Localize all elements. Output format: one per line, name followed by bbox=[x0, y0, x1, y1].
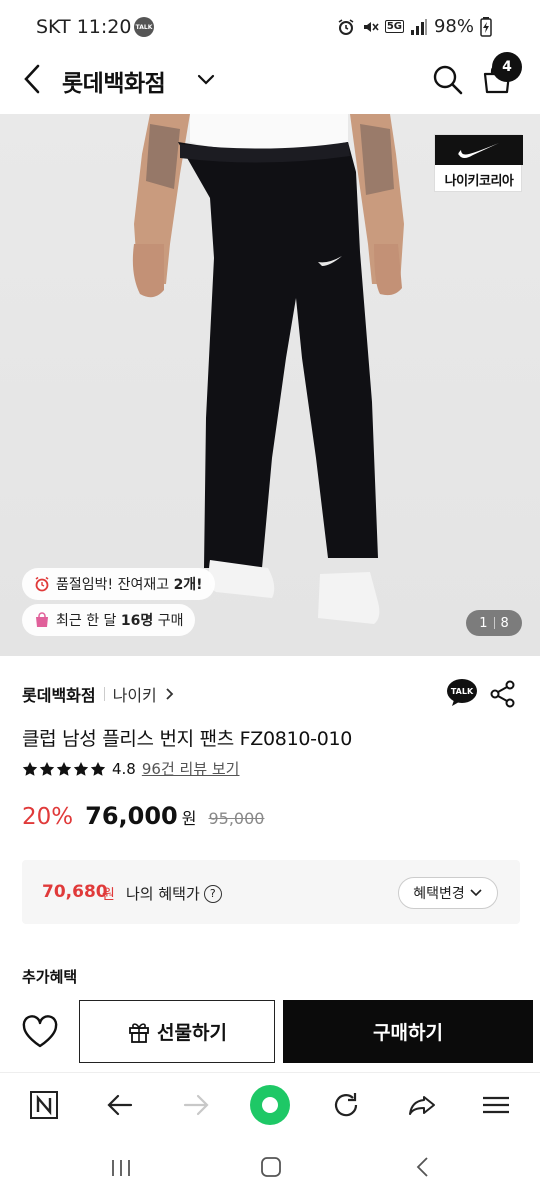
system-nav-bar bbox=[0, 1138, 540, 1200]
star-icon bbox=[90, 761, 106, 776]
share-arrow-icon[interactable] bbox=[404, 1087, 440, 1123]
nike-swoosh-icon bbox=[435, 135, 523, 165]
alarm-clock-icon bbox=[35, 576, 49, 592]
network-type: 5G bbox=[384, 20, 404, 33]
review-link[interactable]: 96건 리뷰 보기 bbox=[142, 758, 240, 779]
svg-text:TALK: TALK bbox=[451, 687, 474, 696]
chevron-down-icon[interactable] bbox=[196, 70, 216, 90]
discount-rate: 20% bbox=[22, 804, 74, 830]
search-icon[interactable] bbox=[430, 62, 464, 96]
extra-benefit-heading: 추가혜택 bbox=[22, 968, 78, 986]
chevron-down-icon bbox=[470, 889, 482, 897]
status-bar: SKT 11:20 TALK 5G 98% bbox=[0, 0, 540, 56]
app-header: 롯데백화점 4 bbox=[0, 52, 540, 114]
star-icon bbox=[39, 761, 55, 776]
brand-name: 나이키 bbox=[112, 686, 157, 705]
stock-alert-pill: 품절임박! 잔여재고 2개! bbox=[22, 568, 215, 600]
brand-badge-label: 나이키코리아 bbox=[444, 173, 514, 189]
page-total: 8 bbox=[500, 615, 509, 631]
heart-icon[interactable] bbox=[20, 1014, 60, 1050]
benefit-box: 70,680 원 나의 혜택가 ? 혜택변경 bbox=[22, 860, 520, 924]
buy-button[interactable]: 구매하기 bbox=[283, 1000, 533, 1063]
share-icon[interactable] bbox=[490, 680, 516, 708]
green-dot-center bbox=[262, 1097, 278, 1113]
original-price: 95,000 bbox=[208, 809, 265, 828]
star-icon bbox=[73, 761, 89, 776]
browser-toolbar bbox=[0, 1072, 540, 1138]
seller-name[interactable]: 롯데백화점 bbox=[22, 682, 96, 706]
page-current: 1 bbox=[479, 615, 488, 631]
status-time: SKT 11:20 bbox=[36, 16, 132, 38]
alarm-icon bbox=[338, 18, 354, 35]
cart-count-badge: 4 bbox=[492, 52, 522, 82]
naver-home-icon[interactable] bbox=[26, 1087, 62, 1123]
brand-link[interactable]: 나이키 bbox=[113, 682, 175, 706]
benefit-change-button[interactable]: 혜택변경 bbox=[398, 877, 498, 909]
buy-button-label: 구매하기 bbox=[373, 1022, 443, 1044]
seller-row: 롯데백화점 나이키 bbox=[22, 682, 175, 706]
price-unit: 원 bbox=[181, 809, 197, 828]
store-title[interactable]: 롯데백화점 bbox=[62, 64, 166, 98]
browser-forward-icon[interactable] bbox=[178, 1087, 214, 1123]
shopping-bag-icon bbox=[36, 612, 48, 627]
gift-button[interactable]: 선물하기 bbox=[79, 1000, 275, 1063]
reload-icon[interactable] bbox=[328, 1087, 364, 1123]
system-back-icon[interactable] bbox=[414, 1156, 432, 1178]
recent-apps-icon[interactable] bbox=[110, 1158, 132, 1178]
gift-button-label: 선물하기 bbox=[157, 1022, 227, 1044]
battery-icon bbox=[480, 16, 492, 37]
home-icon[interactable] bbox=[260, 1156, 282, 1178]
kakaotalk-notification-icon: TALK bbox=[134, 17, 154, 37]
star-rating bbox=[22, 761, 106, 777]
gift-icon bbox=[129, 1022, 149, 1043]
product-image[interactable]: 나이키코리아 품절임박! 잔여재고 2개! 최근 한 달 16명 구매 1 8 bbox=[0, 114, 540, 656]
help-icon[interactable]: ? bbox=[203, 884, 222, 903]
benefit-price-unit: 원 bbox=[102, 887, 115, 903]
star-icon bbox=[56, 761, 72, 776]
recent-buyers-text: 최근 한 달 16명 구매 bbox=[56, 613, 184, 629]
green-dot-icon[interactable] bbox=[250, 1085, 290, 1125]
signal-icon bbox=[410, 18, 427, 35]
image-page-indicator: 1 8 bbox=[466, 610, 522, 636]
benefit-label-text: 나의 혜택가 bbox=[126, 885, 200, 903]
mute-icon bbox=[363, 21, 379, 32]
battery-percent: 98% bbox=[433, 16, 474, 37]
sale-price: 76,000 bbox=[85, 802, 178, 830]
star-icon bbox=[22, 761, 38, 776]
benefit-change-label: 혜택변경 bbox=[413, 886, 465, 902]
price-row: 20% 76,000 원 95,000 bbox=[22, 802, 264, 830]
status-icons: 5G 98% bbox=[337, 16, 492, 37]
rating-value: 4.8 bbox=[112, 759, 136, 778]
back-arrow-icon[interactable] bbox=[18, 62, 46, 96]
page-separator bbox=[493, 617, 495, 629]
benefit-price: 70,680 bbox=[42, 882, 108, 902]
product-name: 클럽 남성 플리스 번지 팬츠 FZ0810-010 bbox=[22, 728, 353, 750]
kakaotalk-icon[interactable]: TALK bbox=[446, 678, 478, 708]
purchase-action-bar: 선물하기 구매하기 bbox=[0, 996, 540, 1070]
chevron-right-icon bbox=[166, 688, 174, 700]
recent-buyers-pill: 최근 한 달 16명 구매 bbox=[22, 604, 196, 636]
divider bbox=[103, 687, 105, 701]
menu-icon[interactable] bbox=[478, 1087, 514, 1123]
benefit-label: 나의 혜택가 ? bbox=[126, 883, 222, 904]
stock-alert-text: 품절임박! 잔여재고 2개! bbox=[56, 577, 203, 593]
brand-badge[interactable]: 나이키코리아 bbox=[434, 134, 523, 192]
browser-back-icon[interactable] bbox=[102, 1087, 138, 1123]
rating-row: 4.8 96건 리뷰 보기 bbox=[22, 758, 239, 779]
